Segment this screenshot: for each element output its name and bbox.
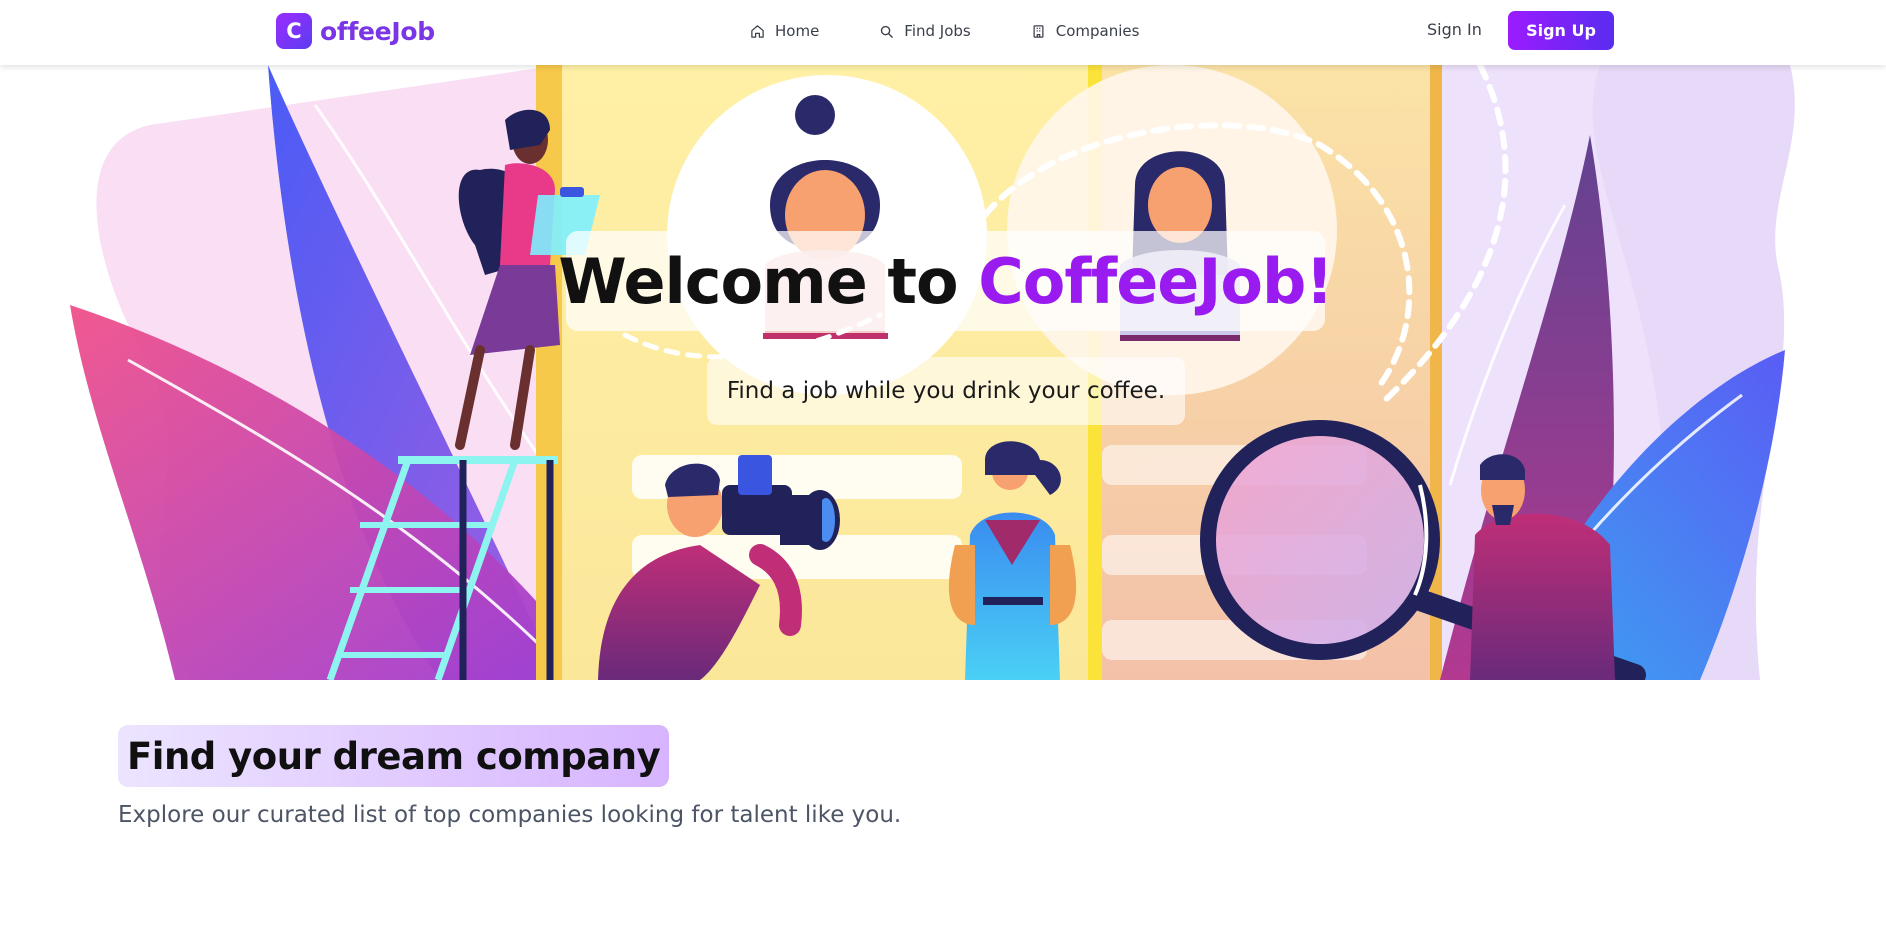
section-title-box: Find your dream company — [118, 725, 670, 787]
brand-logo[interactable]: C offeeJob — [276, 13, 435, 49]
hero-banner: Welcome to CoffeeJob! Find a job while y… — [0, 65, 1886, 680]
logo-mark: C — [276, 13, 312, 49]
hero-title-accent: CoffeeJob! — [978, 244, 1333, 318]
hero-title: Welcome to CoffeeJob! — [558, 244, 1333, 318]
sign-in-link[interactable]: Sign In — [1427, 20, 1482, 39]
hero-title-prefix: Welcome to — [558, 244, 979, 318]
hero-subtitle: Find a job while you drink your coffee. — [726, 378, 1166, 404]
search-icon — [881, 25, 894, 38]
brand-name: offeeJob — [320, 16, 435, 46]
hero-title-box: Welcome to CoffeeJob! — [558, 231, 1334, 331]
nav-companies-label: Companies — [1055, 22, 1140, 40]
home-icon — [751, 24, 764, 38]
nav-home[interactable]: Home — [750, 22, 819, 40]
hero-subtitle-box: Find a job while you drink your coffee. — [707, 357, 1185, 425]
nav-home-label: Home — [775, 22, 820, 40]
nav-find-jobs-label: Find Jobs — [904, 22, 971, 40]
section-subtitle: Explore our curated list of top companie… — [118, 802, 902, 828]
nav-companies[interactable]: Companies — [1031, 22, 1140, 40]
building-icon — [1033, 24, 1044, 38]
nav-find-jobs[interactable]: Find Jobs — [879, 22, 971, 40]
sign-up-button[interactable]: Sign Up — [1508, 11, 1614, 50]
main-nav: Home Find Jobs Companies — [750, 0, 1139, 62]
section-title: Find your dream company — [127, 734, 661, 778]
top-navbar: C offeeJob Home Find Jobs Companies Sign… — [0, 0, 1886, 65]
